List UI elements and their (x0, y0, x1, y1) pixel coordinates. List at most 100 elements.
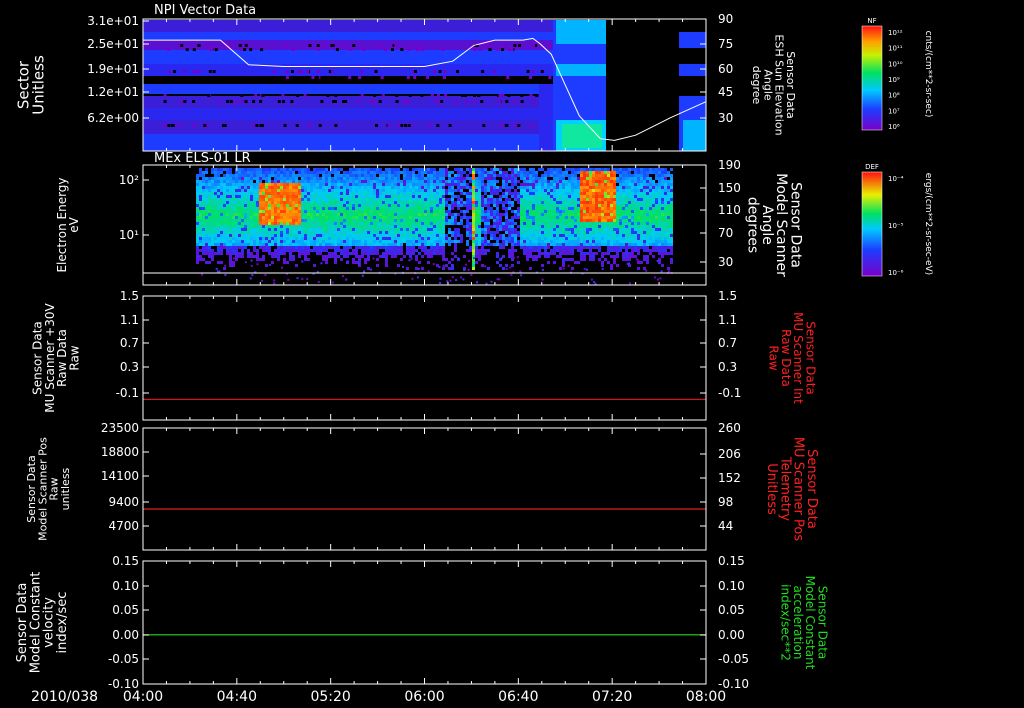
els-cell (367, 192, 370, 195)
els-cell (205, 225, 208, 228)
els-cell (451, 267, 454, 270)
els-cell (352, 189, 355, 192)
npi-cell (282, 100, 286, 103)
els-cell (520, 189, 523, 192)
els-speck (432, 263, 435, 266)
els-cell (520, 186, 523, 189)
npi-cell (334, 124, 338, 127)
els-cell (352, 213, 355, 216)
els-cell (496, 243, 499, 246)
els-cell (280, 186, 283, 189)
els-cell (232, 198, 235, 201)
els-cell (412, 180, 415, 183)
els-cell (550, 219, 553, 222)
els-cell (238, 168, 241, 171)
els-cell (652, 204, 655, 207)
els-cell (514, 210, 517, 213)
els-cell (589, 231, 592, 234)
els-cell (541, 180, 544, 183)
els-cell (379, 222, 382, 225)
els-cell (244, 216, 247, 219)
els-cell (343, 180, 346, 183)
els-cell (268, 219, 271, 222)
els-cell (670, 174, 673, 177)
els-cell (322, 204, 325, 207)
els-cell (655, 210, 658, 213)
els-cell (316, 252, 319, 255)
els-cell (451, 186, 454, 189)
els-cell (574, 228, 577, 231)
els-cell (301, 177, 304, 180)
els-cell (316, 243, 319, 246)
els-cell (289, 252, 292, 255)
els-cell (301, 195, 304, 198)
els-cell (349, 183, 352, 186)
els-cell (358, 174, 361, 177)
els-cell (670, 180, 673, 183)
els-cell (532, 225, 535, 228)
els-cell (478, 213, 481, 216)
els-cell (313, 210, 316, 213)
els-cell (391, 186, 394, 189)
els-cell (217, 204, 220, 207)
els-cell (649, 243, 652, 246)
els-cell (343, 204, 346, 207)
els-cell (343, 183, 346, 186)
els-cell (388, 171, 391, 174)
els-cell (409, 231, 412, 234)
els-cell (340, 204, 343, 207)
els-cell (421, 204, 424, 207)
npi-cell (317, 48, 321, 51)
els-cell (442, 222, 445, 225)
els-cell (583, 240, 586, 243)
els-cell (475, 213, 478, 216)
els-cell (646, 198, 649, 201)
els-cell (352, 219, 355, 222)
els-cell (520, 246, 523, 249)
els-cell (559, 222, 562, 225)
els-cell (562, 261, 565, 264)
els-cell (583, 225, 586, 228)
els-cell (382, 177, 385, 180)
els-cell (523, 234, 526, 237)
els-cell (397, 264, 400, 267)
els-cell (196, 195, 199, 198)
els-cell (472, 204, 475, 207)
els-cell (478, 222, 481, 225)
els-cell (196, 180, 199, 183)
els-cell (364, 237, 367, 240)
npi-cell (352, 44, 356, 47)
els-cell (328, 195, 331, 198)
els-cell (508, 219, 511, 222)
els-cell (199, 222, 202, 225)
els-cell (370, 192, 373, 195)
els-speck (541, 278, 544, 281)
els-cell (250, 210, 253, 213)
els-cell (319, 189, 322, 192)
els-cell (388, 225, 391, 228)
els-speck (301, 278, 304, 280)
els-cell (313, 249, 316, 252)
els-cell (490, 243, 493, 246)
els-cell (307, 201, 310, 204)
els-cell (574, 180, 577, 183)
els-cell (448, 240, 451, 243)
els-cell (508, 222, 511, 225)
els-cell (367, 180, 370, 183)
els-cell (589, 171, 592, 174)
els-cell (367, 249, 370, 252)
els-cell (226, 225, 229, 228)
els-speck (296, 277, 299, 280)
els-cell (295, 192, 298, 195)
els-cell (655, 198, 658, 201)
els-cell (661, 195, 664, 198)
els-cell (559, 231, 562, 234)
els-cell (247, 204, 250, 207)
els-cell (427, 213, 430, 216)
els-cell (637, 186, 640, 189)
els-cell (253, 234, 256, 237)
npi-right-top (679, 32, 706, 48)
els-cell (217, 180, 220, 183)
els-cell (580, 252, 583, 255)
els-cell (418, 192, 421, 195)
